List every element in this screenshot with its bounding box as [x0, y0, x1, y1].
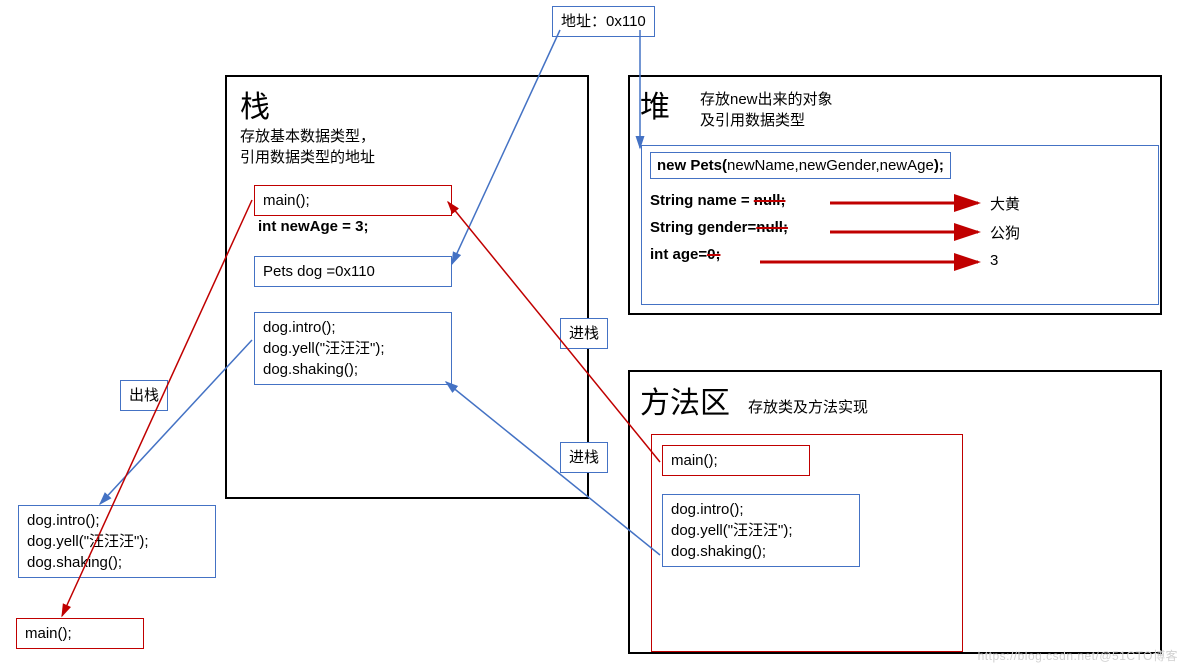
stack-subtitle-2: 引用数据类型的地址 [240, 149, 375, 166]
out-dogintro: dog.intro(); [27, 512, 100, 529]
heap-title: 堆 [640, 91, 670, 124]
heap-name-label: String name = [650, 192, 754, 209]
push-stack-label-1: 进栈 [560, 318, 608, 349]
address-text: 地址：0x110 [561, 13, 646, 30]
out-stack-label: 出栈 [120, 380, 168, 411]
methodarea-dogshaking: dog.shaking(); [671, 543, 766, 560]
push-stack-2-text: 进栈 [569, 449, 599, 466]
heap-object-box: new Pets(newName,newGender,newAge); Stri… [641, 145, 1159, 305]
heap-gender-old: null; [756, 219, 788, 236]
heap-sub2: 及引用数据类型 [700, 112, 805, 129]
heap-name-old: null; [754, 192, 786, 209]
methodarea-main-box: main(); [662, 445, 810, 476]
out-dogshaking: dog.shaking(); [27, 554, 122, 571]
methodarea-title: 方法区 [640, 387, 730, 420]
heap-age-new: 3 [990, 252, 998, 269]
heap-name-new: 大黄 [990, 193, 1020, 214]
heap-newpets-box: new Pets(newName,newGender,newAge); [650, 152, 951, 179]
heap-age-old: 0; [707, 246, 720, 263]
outside-dogcalls-box: dog.intro(); dog.yell("汪汪汪"); dog.shakin… [18, 505, 216, 578]
heap-newpets-prefix: new Pets( [657, 157, 727, 174]
stack-petsdog-box: Pets dog =0x110 [254, 256, 452, 287]
out-main-text: main(); [25, 625, 72, 642]
heap-newpets-args: newName,newGender,newAge [727, 157, 934, 174]
stack-newage: int newAge = 3; [258, 218, 368, 235]
stack-dogshaking: dog.shaking(); [263, 361, 358, 378]
out-stack-text: 出栈 [129, 387, 159, 404]
heap-gender-new: 公狗 [990, 222, 1020, 243]
methodarea-dogcalls-box: dog.intro(); dog.yell("汪汪汪"); dog.shakin… [662, 494, 860, 567]
stack-main-text: main(); [263, 192, 310, 209]
address-box: 地址：0x110 [552, 6, 655, 37]
outside-main-box: main(); [16, 618, 144, 649]
heap-sub1: 存放new出来的对象 [700, 91, 833, 108]
stack-dogintro: dog.intro(); [263, 319, 336, 336]
stack-title: 栈 [240, 91, 270, 124]
stack-dogyell: dog.yell("汪汪汪"); [263, 340, 385, 357]
heap-newpets-suffix: ); [934, 157, 944, 174]
methodarea-sub: 存放类及方法实现 [748, 399, 868, 416]
heap-age-label: int age= [650, 246, 707, 263]
methodarea-main-text: main(); [671, 452, 718, 469]
push-stack-1-text: 进栈 [569, 325, 599, 342]
stack-dogcalls-box: dog.intro(); dog.yell("汪汪汪"); dog.shakin… [254, 312, 452, 385]
out-dogyell: dog.yell("汪汪汪"); [27, 533, 149, 550]
stack-petsdog-text: Pets dog =0x110 [263, 263, 375, 280]
watermark: https://blog.csdn.net/@51CTO博客 [978, 647, 1178, 664]
heap-gender-label: String gender= [650, 219, 756, 236]
push-stack-label-2: 进栈 [560, 442, 608, 473]
stack-subtitle-1: 存放基本数据类型， [240, 128, 375, 145]
methodarea-dogintro: dog.intro(); [671, 501, 744, 518]
methodarea-container: main(); dog.intro(); dog.yell("汪汪汪"); do… [651, 434, 963, 652]
stack-main-box: main(); [254, 185, 452, 216]
methodarea-dogyell: dog.yell("汪汪汪"); [671, 522, 793, 539]
